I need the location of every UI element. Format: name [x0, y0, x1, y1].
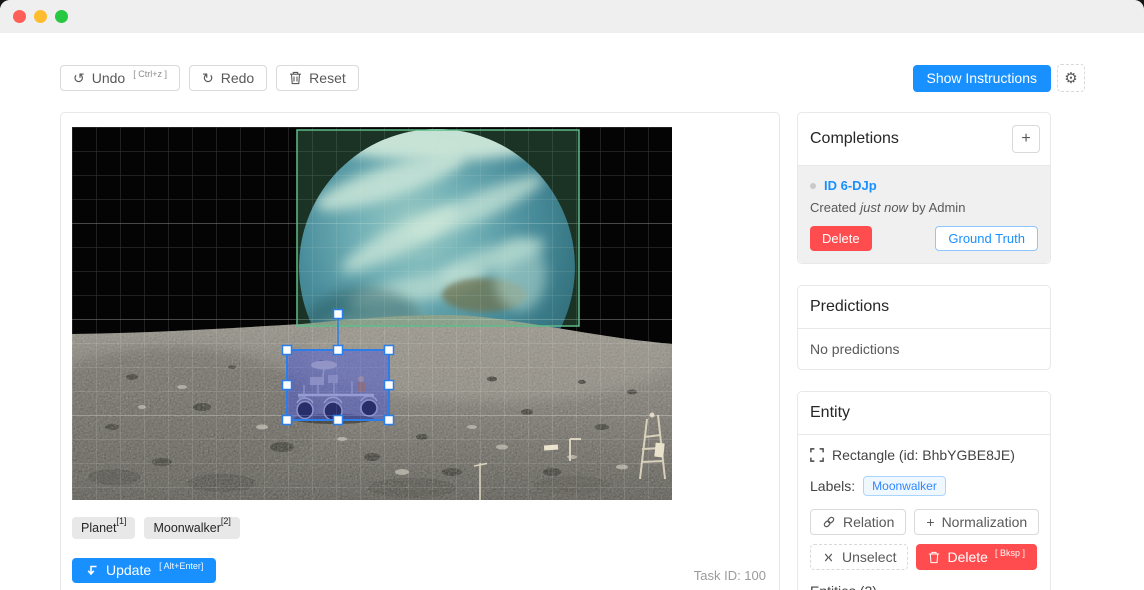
entity-title: Entity [810, 404, 850, 422]
undo-shortcut: [ Ctrl+z ] [133, 70, 167, 79]
entity-header: Entity [798, 392, 1050, 435]
resize-handle-s[interactable] [334, 416, 343, 425]
predictions-title: Predictions [810, 298, 889, 316]
entity-type-row: Rectangle (id: BhbYGBE8JE) [810, 447, 1038, 463]
resize-handle-sw[interactable] [283, 416, 292, 425]
plus-icon: + [926, 514, 934, 530]
completions-panel: Completions + ID 6-DJp Created just now … [797, 112, 1051, 264]
settings-button[interactable]: ⚙ [1057, 64, 1085, 92]
redo-label: Redo [221, 71, 254, 85]
close-window-button[interactable] [13, 10, 26, 23]
expand-icon [810, 448, 824, 462]
update-label: Update [106, 562, 151, 578]
entities-count-label: Entities (2) [810, 583, 1038, 590]
plus-icon: + [1021, 130, 1030, 147]
show-instructions-button[interactable]: Show Instructions [913, 65, 1052, 92]
predictions-empty-text: No predictions [798, 329, 1050, 369]
entity-labels-row: Labels: Moonwalker [810, 476, 1038, 496]
predictions-panel: Predictions No predictions [797, 285, 1051, 370]
label-hotkey-tags: Planet[1] Moonwalker[2] [72, 517, 768, 539]
completions-title: Completions [810, 130, 899, 148]
app-window: ↺ Undo [ Ctrl+z ] ↻ Redo Reset Show Instr… [0, 0, 1144, 590]
moonwalker-region-box[interactable] [287, 350, 389, 420]
ground-truth-button[interactable]: Ground Truth [935, 226, 1038, 251]
completions-header: Completions + [798, 113, 1050, 166]
undo-icon: ↺ [73, 71, 85, 85]
planet-region-box[interactable] [297, 130, 579, 326]
resize-handle-se[interactable] [385, 416, 394, 425]
sidebar: Completions + ID 6-DJp Created just now … [797, 112, 1051, 590]
link-icon [822, 515, 836, 529]
add-completion-button[interactable]: + [1012, 125, 1040, 153]
completion-item[interactable]: ID 6-DJp Created just now by Admin Delet… [798, 166, 1050, 263]
completion-id-link[interactable]: ID 6-DJp [824, 178, 877, 193]
resize-handle-nw[interactable] [283, 346, 292, 355]
annotation-canvas[interactable] [72, 127, 672, 500]
rotation-handle[interactable] [334, 310, 343, 319]
update-shortcut: [ Alt+Enter] [159, 561, 203, 571]
normalization-button[interactable]: + Normalization [914, 509, 1039, 535]
resize-handle-w[interactable] [283, 381, 292, 390]
resize-handle-ne[interactable] [385, 346, 394, 355]
content-area: Planet[1] Moonwalker[2] Update [ Alt+Ente… [0, 112, 1144, 590]
trash-icon [928, 551, 940, 564]
reset-button[interactable]: Reset [276, 65, 359, 91]
labels-caption: Labels: [810, 478, 855, 494]
entity-panel: Entity Rectangle (id: BhbYGBE8JE) Labels… [797, 391, 1051, 590]
toolbar: ↺ Undo [ Ctrl+z ] ↻ Redo Reset Show Instr… [0, 64, 1144, 92]
completion-meta: Created just now by Admin [810, 200, 1038, 215]
tag-planet[interactable]: Planet[1] [72, 517, 135, 539]
resize-handle-n[interactable] [334, 346, 343, 355]
task-id-label: Task ID: 100 [694, 568, 768, 583]
delete-completion-button[interactable]: Delete [810, 226, 872, 251]
collapse-icon [822, 551, 835, 564]
annotation-canvas-wrap [72, 127, 672, 500]
reset-label: Reset [309, 71, 346, 85]
canvas-footer: Update [ Alt+Enter] Task ID: 100 [72, 558, 768, 583]
delete-entity-button[interactable]: Delete[ Bksp ] [916, 544, 1036, 570]
entity-type-label: Rectangle (id: BhbYGBE8JE) [832, 447, 1015, 463]
maximize-window-button[interactable] [55, 10, 68, 23]
label-badge-moonwalker: Moonwalker [863, 476, 946, 496]
redo-icon: ↻ [202, 71, 214, 85]
minimize-window-button[interactable] [34, 10, 47, 23]
undo-label: Undo [92, 71, 125, 85]
tag-moonwalker[interactable]: Moonwalker[2] [144, 517, 239, 539]
redo-button[interactable]: ↻ Redo [189, 65, 267, 91]
resize-handle-e[interactable] [385, 381, 394, 390]
annotation-card: Planet[1] Moonwalker[2] Update [ Alt+Ente… [60, 112, 780, 590]
show-instructions-label: Show Instructions [927, 70, 1038, 86]
undo-button[interactable]: ↺ Undo [ Ctrl+z ] [60, 65, 180, 91]
submit-arrow-icon [85, 564, 98, 577]
unselect-button[interactable]: Unselect [810, 544, 908, 570]
trash-icon [289, 71, 302, 85]
update-button[interactable]: Update [ Alt+Enter] [72, 558, 216, 583]
completion-status-dot [810, 183, 816, 189]
titlebar [0, 0, 1144, 33]
predictions-header: Predictions [798, 286, 1050, 329]
gear-icon: ⚙ [1064, 69, 1077, 87]
relation-button[interactable]: Relation [810, 509, 906, 535]
